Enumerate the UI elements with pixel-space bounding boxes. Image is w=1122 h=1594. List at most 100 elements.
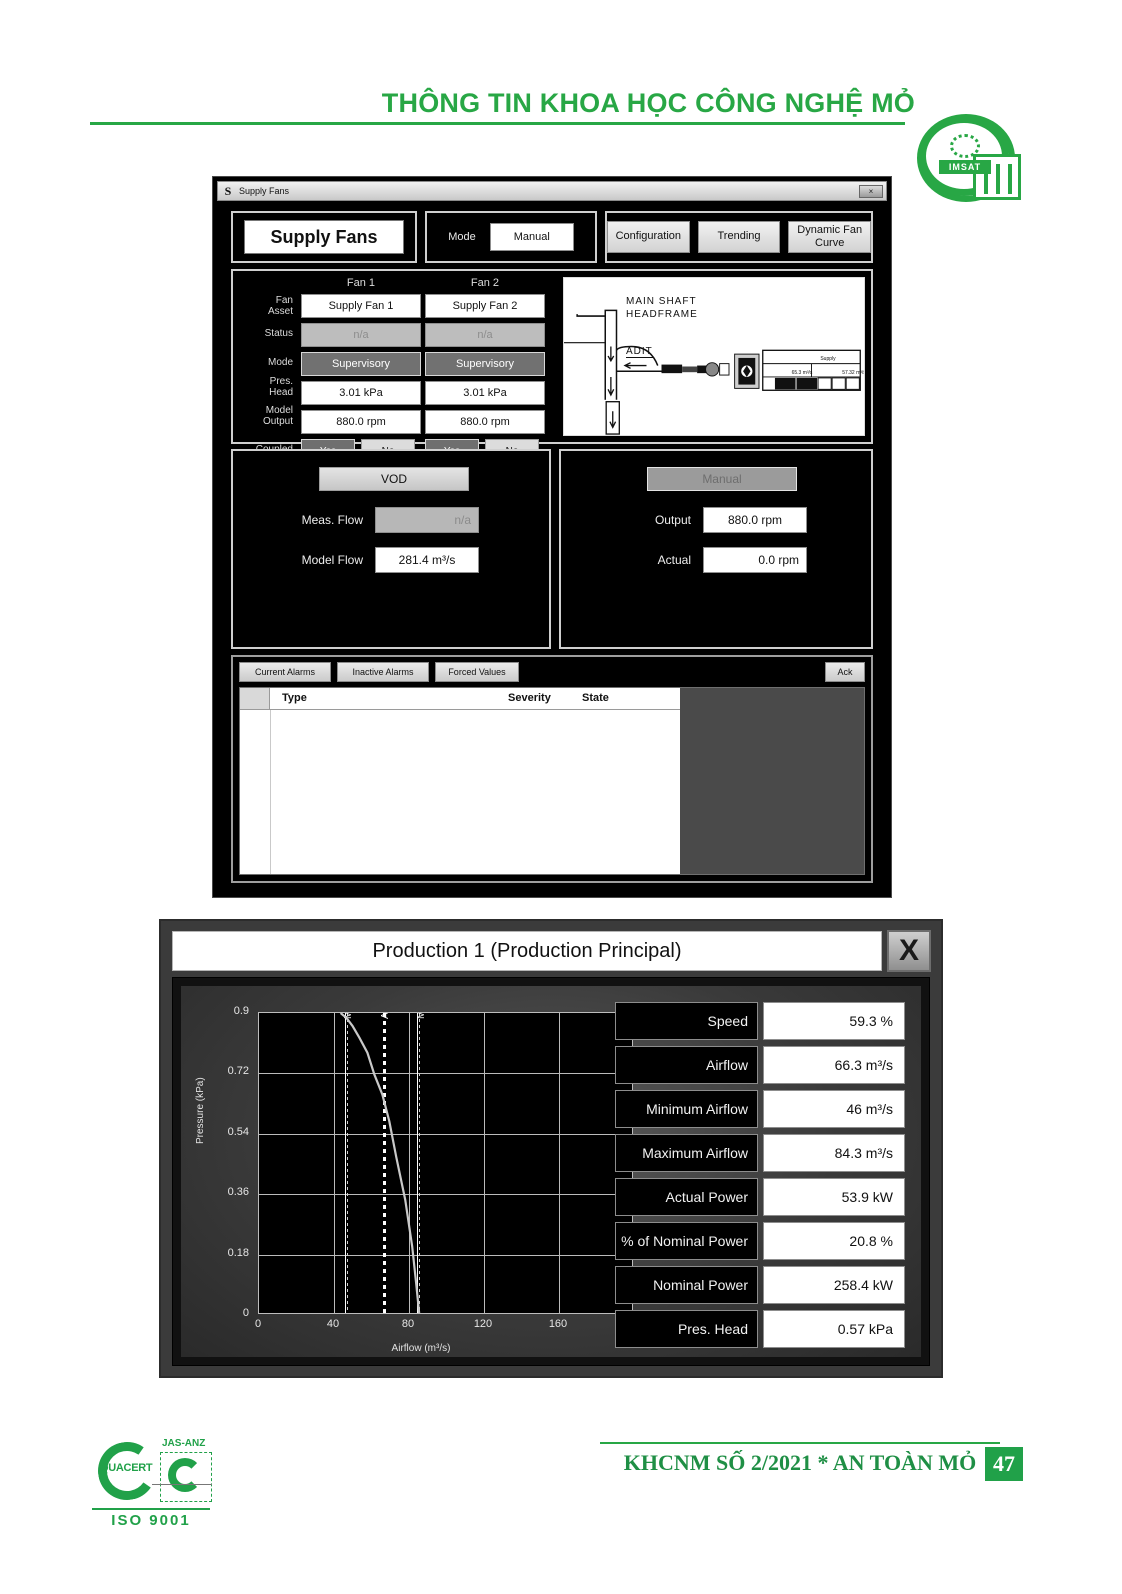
metric-label-speed: Speed [615,1002,758,1040]
chart-plot-area[interactable]: Min Airflow Max [258,1012,633,1314]
toolbar-nav-group: Configuration Trending Dynamic Fan Curve [605,211,873,263]
mine-schematic[interactable]: MAIN SHAFT HEADFRAME ADIT Supply 65.3 m³… [563,277,865,436]
fan1-model-output-value: 880.0 rpm [301,410,421,434]
toolbar: Supply Fans Mode Manual Configuration Tr… [231,211,873,263]
row-label-model-output: Model Output [262,405,293,427]
footer-text: KHCNM SỐ 2/2021 * AN TOÀN MỎ [623,1450,977,1475]
x-tick-0: 0 [254,1318,262,1330]
alarms-gutter-header [240,688,270,709]
schematic-label-headframe: HEADFRAME [626,309,698,320]
alarms-tabbar: Current Alarms Inactive Alarms Forced Va… [239,662,865,684]
metric-value-airflow: 66.3 m³/s [763,1046,905,1084]
jas-anz-line [152,1484,212,1485]
fan1-asset-value: Supply Fan 1 [301,294,421,318]
app-icon: S [224,183,232,198]
fan2-mode-value[interactable]: Supervisory [425,352,545,376]
fan2-column-header: Fan 2 [470,277,500,289]
fan-overview-panel: Fan 1 Fan 2 Fan Asset Supply Fan 1 Supply… [231,269,873,463]
y-tick-0.9: 0.9 [233,1005,249,1017]
metric-row: % of Nominal Power 20.8 % [615,1222,905,1262]
quacert-wordmark: QUACERT [100,1462,153,1474]
vod-panel: VOD Meas. Flow n/a Model Flow 281.4 m³/s [231,449,551,649]
configuration-button[interactable]: Configuration [607,221,690,253]
alarms-table-header: Type Severity State [240,688,680,710]
manual-title-button[interactable]: Manual [647,467,797,491]
metric-label-maximum-airflow: Maximum Airflow [615,1134,758,1172]
meas-flow-value: n/a [375,507,479,533]
x-tick-160: 160 [548,1318,568,1330]
output-label: Output [654,513,691,527]
metric-value-speed: 59.3 % [763,1002,905,1040]
alarms-table-body [240,710,680,874]
metric-value-pres-head: 0.57 kPa [763,1310,905,1348]
toolbar-title-group: Supply Fans [231,211,417,263]
fan1-mode-value[interactable]: Supervisory [301,352,421,376]
metric-value-percent-nominal-power: 20.8 % [763,1222,905,1260]
screen-title-button[interactable]: Supply Fans [244,220,404,254]
y-tick-0.18: 0.18 [227,1247,249,1259]
close-icon[interactable]: X [887,930,931,972]
toolbar-mode-group: Mode Manual [425,211,597,263]
row-label-fan-asset: Fan Asset [267,295,293,317]
schematic-label-adit: ADIT [626,346,653,358]
window-titlebar[interactable]: S Supply Fans × [217,181,887,201]
page-header: THÔNG TIN KHOA HỌC CÔNG NGHỆ MỎ IMSAT [0,60,1122,202]
iso-standard-label: ISO 9001 [111,1512,191,1529]
meas-flow-label: Meas. Flow [301,513,363,527]
trending-button[interactable]: Trending [697,221,781,253]
tab-inactive-alarms[interactable]: Inactive Alarms [337,662,429,682]
alarms-col-state: State [582,692,609,704]
ack-button[interactable]: Ack [825,662,865,682]
fan2-pres-head-value: 3.01 kPa [425,381,545,405]
metric-label-pres-head: Pres. Head [615,1310,758,1348]
metric-row: Maximum Airflow 84.3 m³/s [615,1134,905,1174]
fan1-status-value: n/a [301,323,421,347]
tab-forced-values[interactable]: Forced Values [435,662,519,682]
logo-imsat-label: IMSAT [939,160,991,174]
metric-row: Nominal Power 258.4 kW [615,1266,905,1306]
fan2-model-output-value: 880.0 rpm [425,410,545,434]
fan-curve-series [339,1013,421,1313]
actual-label: Actual [657,553,691,567]
tab-current-alarms[interactable]: Current Alarms [239,662,331,682]
mode-label: Mode [448,231,476,243]
alarms-col-severity: Severity [508,692,551,704]
schematic-supply-title: Supply [820,356,836,362]
metric-row: Minimum Airflow 46 m³/s [615,1090,905,1130]
row-label-mode: Mode [267,357,293,368]
window-body: Supply Fans Mode Manual Configuration Tr… [217,203,887,893]
model-flow-value: 281.4 m³/s [375,547,479,573]
metric-label-actual-power: Actual Power [615,1178,758,1216]
output-value[interactable]: 880.0 rpm [703,507,807,533]
production-window: Production 1 (Production Principal) X Pr… [159,919,943,1378]
metric-label-minimum-airflow: Minimum Airflow [615,1090,758,1128]
x-tick-40: 40 [326,1318,340,1330]
metric-row: Airflow 66.3 m³/s [615,1046,905,1086]
vod-title-button[interactable]: VOD [319,467,469,491]
schematic-supply-left-value: 65.3 m³/s [791,370,813,376]
imsat-logo: IMSAT [917,114,1025,202]
x-tick-80: 80 [401,1318,415,1330]
row-label-status: Status [264,328,293,339]
y-tick-0.72: 0.72 [227,1065,249,1077]
row-label-pres-head: Pres. Head [269,376,293,398]
page-title: THÔNG TIN KHOA HỌC CÔNG NGHỆ MỎ [381,88,915,118]
y-tick-0.36: 0.36 [227,1186,249,1198]
mode-button[interactable]: Manual [489,223,574,251]
page-number: 47 [985,1447,1023,1481]
page-footer: KHCNM SỐ 2/2021 * AN TOÀN MỎ 47 QUACERT … [0,1410,1122,1550]
dynamic-fan-curve-button[interactable]: Dynamic Fan Curve [788,221,872,253]
alarms-col-type: Type [282,692,307,704]
fan1-column-header: Fan 1 [346,277,376,289]
jas-anz-label: JAS-ANZ [162,1438,206,1449]
close-icon[interactable]: × [859,185,883,198]
alarms-table-gutter [240,710,271,874]
metric-value-nominal-power: 258.4 kW [763,1266,905,1304]
alarms-table[interactable]: Type Severity State [239,687,865,875]
fan2-status-value: n/a [425,323,545,347]
metric-label-percent-nominal-power: % of Nominal Power [615,1222,758,1260]
schematic-label-main-shaft: MAIN SHAFT [626,296,697,307]
footer-divider [600,1442,1000,1444]
header-divider [90,122,905,125]
window-title: Supply Fans [239,186,290,196]
